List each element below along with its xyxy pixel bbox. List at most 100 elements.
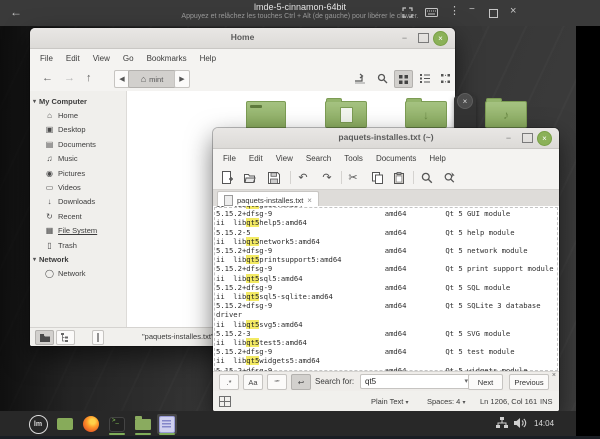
clock[interactable]: 14:04 bbox=[534, 419, 554, 428]
menu-help[interactable]: Help bbox=[200, 54, 216, 63]
menu-tools[interactable]: Tools bbox=[344, 154, 363, 163]
sidebar-item-videos[interactable]: ▭Videos bbox=[30, 180, 126, 194]
location-entry-icon[interactable] bbox=[352, 71, 368, 86]
close-button[interactable]: × bbox=[537, 131, 552, 146]
sidebar-item-desktop[interactable]: ▣Desktop bbox=[30, 123, 126, 137]
vm-close-button[interactable]: × bbox=[510, 5, 516, 17]
path-segment-button[interactable]: ⌂ mint bbox=[128, 70, 176, 88]
sidebar-item-label: Recent bbox=[58, 212, 82, 221]
show-desktop-icon bbox=[57, 418, 73, 430]
network-tray-icon[interactable] bbox=[496, 417, 508, 429]
text-area[interactable]: ii libqt5gui5:amd645.15.2+dfsg-9 amd64 Q… bbox=[213, 206, 559, 372]
tab-width-selector[interactable]: Spaces: 4 ▾ bbox=[427, 397, 465, 406]
sidebar-item-recent[interactable]: ↻Recent bbox=[30, 209, 126, 223]
treeview-toggle-button[interactable] bbox=[56, 330, 75, 345]
menu-bookmarks[interactable]: Bookmarks bbox=[147, 54, 187, 63]
previous-button[interactable]: Previous bbox=[509, 374, 549, 390]
mint-menu-button[interactable]: lm bbox=[28, 414, 48, 434]
menu-search[interactable]: Search bbox=[306, 154, 331, 163]
desktop-folder-icon bbox=[246, 101, 286, 129]
menu-file[interactable]: File bbox=[223, 154, 236, 163]
sidebar-item-trash[interactable]: ▯Trash bbox=[30, 238, 126, 252]
text-editor-window-button[interactable] bbox=[157, 414, 177, 434]
save-icon[interactable] bbox=[266, 170, 282, 185]
search-for-label: Search for: bbox=[315, 377, 354, 386]
zoom-slider[interactable] bbox=[92, 330, 104, 345]
sidebar-item-pictures[interactable]: ◉Pictures bbox=[30, 166, 126, 180]
search-icon[interactable] bbox=[374, 71, 390, 86]
vm-maximize-button[interactable] bbox=[489, 9, 498, 18]
tab-close-icon[interactable]: × bbox=[307, 196, 312, 205]
search-close-icon[interactable]: × bbox=[552, 372, 556, 379]
menu-file[interactable]: File bbox=[40, 54, 53, 63]
search-match-highlight: qt5 bbox=[246, 274, 259, 283]
new-document-icon[interactable] bbox=[219, 170, 235, 185]
text-editor-titlebar[interactable]: paquets-installes.txt (~) − × bbox=[213, 128, 559, 149]
sidebar-item-label: Videos bbox=[58, 183, 81, 192]
maximize-button[interactable] bbox=[418, 33, 429, 43]
bottom-panel-toggle-icon[interactable] bbox=[219, 396, 231, 407]
whole-word-toggle-button[interactable]: “” bbox=[267, 374, 287, 390]
grid-view-button[interactable] bbox=[394, 70, 413, 88]
find-replace-icon[interactable] bbox=[442, 170, 458, 185]
menu-help[interactable]: Help bbox=[429, 154, 445, 163]
notification-popup: × bbox=[454, 96, 476, 130]
regex-toggle-button[interactable]: .* bbox=[219, 374, 239, 390]
text-line: ii libqt5widgets5:amd64 bbox=[216, 356, 554, 365]
files-window-button[interactable] bbox=[133, 414, 153, 434]
compact-view-button[interactable] bbox=[437, 70, 454, 86]
cut-icon[interactable]: ✂ bbox=[345, 170, 361, 185]
text-line: 5.15.2-5 amd64 Qt 5 help module bbox=[216, 228, 554, 237]
music-emblem: ♪ bbox=[503, 109, 509, 121]
menu-edit[interactable]: Edit bbox=[66, 54, 80, 63]
forward-icon[interactable]: → bbox=[64, 72, 75, 84]
menu-documents[interactable]: Documents bbox=[376, 154, 416, 163]
undo-icon[interactable]: ↶ bbox=[295, 170, 311, 185]
sidebar-item-label: Music bbox=[58, 154, 78, 163]
list-view-button[interactable] bbox=[416, 70, 433, 86]
menu-view[interactable]: View bbox=[276, 154, 293, 163]
match-case-toggle-button[interactable]: Aa bbox=[243, 374, 263, 390]
sidebar-item-file-system[interactable]: ▦File System bbox=[30, 224, 126, 238]
search-input[interactable]: qt5 ▾ bbox=[360, 374, 472, 389]
close-button[interactable]: × bbox=[433, 31, 448, 46]
text-line: 5.15.2+dfsg-9 amd64 Qt 5 SQLite 3 databa… bbox=[216, 301, 554, 310]
fullscreen-icon[interactable] bbox=[402, 7, 413, 18]
minimize-button[interactable]: − bbox=[398, 31, 411, 44]
language-selector[interactable]: Plain Text ▾ bbox=[371, 397, 409, 406]
next-button[interactable]: Next bbox=[468, 374, 503, 390]
sidebar-item-network[interactable]: ▾Network bbox=[30, 252, 126, 266]
copy-icon[interactable] bbox=[369, 170, 385, 185]
up-icon[interactable]: ↑ bbox=[86, 72, 92, 84]
sidebar-item-network[interactable]: ◯Network bbox=[30, 267, 126, 281]
wrap-around-toggle-button[interactable]: ↩ bbox=[291, 374, 311, 390]
keyboard-icon[interactable] bbox=[425, 8, 438, 17]
notification-close-icon[interactable]: × bbox=[457, 93, 473, 109]
vm-minimize-button[interactable]: − bbox=[469, 4, 475, 16]
sidebar-item-my-computer[interactable]: ▾My Computer bbox=[30, 94, 126, 108]
search-match-highlight: qt5 bbox=[246, 320, 259, 329]
sidebar-item-music[interactable]: ♫Music bbox=[30, 152, 126, 166]
text-editor-toolbar: ↶ ↷ ✂ bbox=[213, 167, 559, 190]
terminal-window-button[interactable]: >_ bbox=[107, 414, 127, 434]
open-icon[interactable] bbox=[242, 170, 258, 185]
file-manager-titlebar[interactable]: Home − × bbox=[30, 28, 455, 49]
menu-dots-icon[interactable]: ⋮ bbox=[449, 5, 460, 17]
menu-go[interactable]: Go bbox=[123, 54, 134, 63]
show-desktop-button[interactable] bbox=[55, 414, 75, 434]
sidebar-item-downloads[interactable]: ↓Downloads bbox=[30, 195, 126, 209]
volume-tray-icon[interactable] bbox=[514, 417, 527, 429]
path-scroll-right-button[interactable]: ▶ bbox=[174, 70, 190, 88]
paste-icon[interactable] bbox=[391, 170, 407, 185]
firefox-launcher[interactable] bbox=[81, 414, 101, 434]
maximize-button[interactable] bbox=[522, 133, 533, 143]
menu-view[interactable]: View bbox=[93, 54, 110, 63]
find-icon[interactable] bbox=[419, 170, 435, 185]
sidebar-item-home[interactable]: ⌂Home bbox=[30, 108, 126, 122]
back-icon[interactable]: ← bbox=[42, 72, 53, 84]
places-toggle-button[interactable] bbox=[35, 330, 54, 345]
redo-icon[interactable]: ↷ bbox=[319, 170, 335, 185]
minimize-button[interactable]: − bbox=[502, 131, 515, 144]
sidebar-item-documents[interactable]: ▤Documents bbox=[30, 137, 126, 151]
menu-edit[interactable]: Edit bbox=[249, 154, 263, 163]
